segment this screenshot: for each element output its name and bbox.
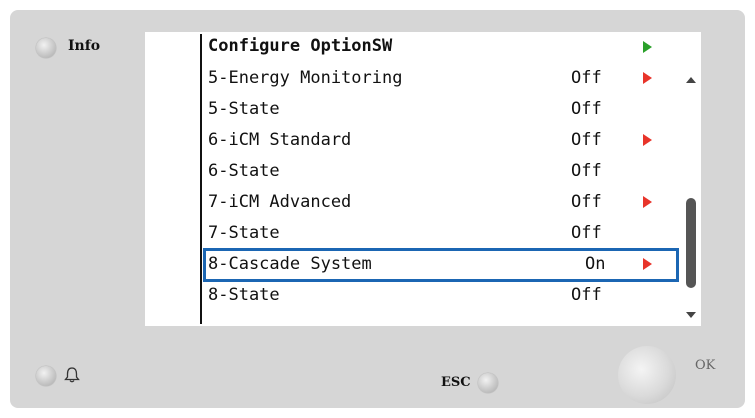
row-value: Off [571,68,602,88]
red-play-icon[interactable] [643,258,652,270]
lcd-screen: Configure OptionSW 5-Energy Monitoring O… [145,32,701,326]
row-label: 7-iCM Advanced [208,192,352,212]
esc-button[interactable] [478,373,498,393]
menu-row-5-state[interactable]: 5-State Off [145,99,701,129]
scroll-down-icon[interactable] [686,312,696,318]
row-label: 8-State [208,285,280,305]
menu-row-6-state[interactable]: 6-State Off [145,161,701,191]
row-label: 6-iCM Standard [208,130,352,150]
row-value: Off [571,285,602,305]
menu-row-cascade-system[interactable]: 8-Cascade System On [145,248,701,284]
bell-icon [64,367,80,383]
esc-label: ESC [441,375,471,390]
menu-row-energy-monitoring[interactable]: 5-Energy Monitoring Off [145,68,701,98]
row-value: Off [571,192,602,212]
red-play-icon[interactable] [643,134,652,146]
info-label: Info [68,38,101,54]
row-label: 6-State [208,161,280,181]
row-value: Off [571,99,602,119]
screen-title: Configure OptionSW [208,36,393,56]
row-label: 5-Energy Monitoring [208,68,403,88]
scrollbar-thumb[interactable] [686,198,696,288]
alarm-button[interactable] [36,366,56,386]
green-play-icon [643,41,652,53]
info-button[interactable] [36,38,56,58]
menu-row-8-state[interactable]: 8-State Off [145,285,701,315]
row-label: 8-Cascade System [208,254,372,274]
row-label: 7-State [208,223,280,243]
ok-knob[interactable] [618,346,676,404]
ok-label: OK [695,358,716,373]
scroll-up-icon[interactable] [686,77,696,83]
row-value: Off [571,161,602,181]
row-label: 5-State [208,99,280,119]
row-value: Off [571,130,602,150]
menu-row-icm-advanced[interactable]: 7-iCM Advanced Off [145,192,701,222]
menu-row-icm-standard[interactable]: 6-iCM Standard Off [145,130,701,160]
row-value: On [585,254,606,274]
row-value: Off [571,223,602,243]
red-play-icon[interactable] [643,196,652,208]
red-play-icon[interactable] [643,72,652,84]
